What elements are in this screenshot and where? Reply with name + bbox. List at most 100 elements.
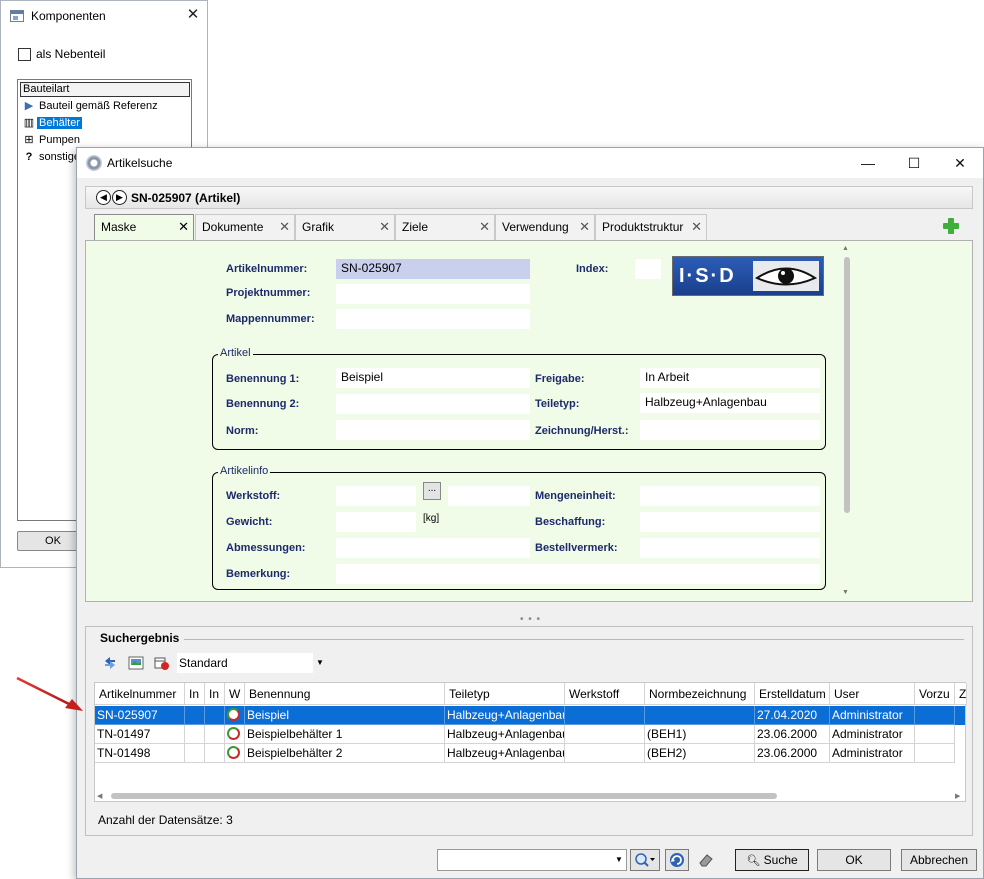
cell-user: Administrator bbox=[830, 725, 915, 744]
scroll-up-icon[interactable]: ▲ bbox=[842, 245, 849, 252]
cell-in1 bbox=[185, 725, 205, 744]
nebenteil-checkbox[interactable] bbox=[18, 48, 31, 61]
tab-close-icon[interactable]: ✕ bbox=[691, 215, 702, 239]
zeichnung-label: Zeichnung/Herst.: bbox=[535, 425, 629, 437]
refresh-button[interactable] bbox=[665, 849, 689, 871]
maximize-icon[interactable]: ☐ bbox=[891, 148, 937, 178]
col-user[interactable]: User bbox=[830, 683, 915, 705]
col-w[interactable]: W bbox=[225, 683, 245, 705]
werkstoff-label: Werkstoff: bbox=[226, 490, 281, 502]
tab-close-icon[interactable]: ✕ bbox=[479, 215, 490, 239]
col-in1[interactable]: In bbox=[185, 683, 205, 705]
beschaffung-field[interactable] bbox=[640, 512, 820, 532]
werkstoff-browse-button[interactable]: ... bbox=[423, 482, 441, 500]
mappennummer-field[interactable] bbox=[336, 309, 530, 329]
col-vorzu[interactable]: Vorzu bbox=[915, 683, 955, 705]
grid-scrollbar-thumb[interactable] bbox=[111, 793, 777, 799]
zeichnung-field[interactable] bbox=[640, 420, 820, 440]
cell-w bbox=[225, 725, 245, 744]
tab-close-icon[interactable]: ✕ bbox=[379, 215, 390, 239]
table-row[interactable]: TN-01498 Beispielbehälter 2 Halbzeug+Anl… bbox=[95, 744, 965, 763]
mengeneinheit-field[interactable] bbox=[640, 486, 820, 506]
search-options-button[interactable] bbox=[630, 849, 660, 871]
col-z[interactable]: Z bbox=[955, 683, 967, 705]
close-icon[interactable]: ✕ bbox=[184, 6, 202, 24]
norm-field[interactable] bbox=[336, 420, 530, 440]
tab-maske[interactable]: Maske ✕ bbox=[94, 214, 194, 241]
tab-close-icon[interactable]: ✕ bbox=[579, 215, 590, 239]
scroll-down-icon[interactable]: ▼ bbox=[842, 589, 849, 596]
werkstoff-name-field[interactable] bbox=[448, 486, 530, 506]
col-erstelldatum[interactable]: Erstelldatum bbox=[755, 683, 830, 705]
tree-item-sonstige[interactable]: ? sonstige bbox=[22, 149, 82, 165]
ok-button[interactable]: OK bbox=[817, 849, 891, 871]
abmessungen-field[interactable] bbox=[336, 538, 530, 558]
add-tab-icon[interactable] bbox=[943, 218, 959, 234]
table-row[interactable]: SN-025907 Beispiel Halbzeug+Anlagenbau 2… bbox=[95, 706, 965, 725]
werkstoff-field[interactable] bbox=[336, 486, 416, 506]
tab-close-icon[interactable]: ✕ bbox=[279, 215, 290, 239]
teiletyp-field[interactable]: Halbzeug+Anlagenbau bbox=[640, 393, 820, 413]
table-row[interactable]: TN-01497 Beispielbehälter 1 Halbzeug+Anl… bbox=[95, 725, 965, 744]
tab-dokumente[interactable]: Dokumente ✕ bbox=[195, 214, 295, 240]
tree-item-pumpen[interactable]: ⊞ Pumpen bbox=[22, 132, 82, 148]
col-artikelnummer[interactable]: Artikelnummer bbox=[95, 683, 185, 705]
cell-in2 bbox=[205, 725, 225, 744]
cell-artikelnummer: TN-01498 bbox=[95, 744, 185, 763]
tree-item-referenz[interactable]: ▶ Bauteil gemäß Referenz bbox=[22, 98, 160, 114]
tab-grafik[interactable]: Grafik ✕ bbox=[295, 214, 395, 240]
projektnummer-field[interactable] bbox=[336, 284, 530, 304]
cell-datum: 23.06.2000 bbox=[755, 744, 830, 763]
cell-teiletyp: Halbzeug+Anlagenbau bbox=[445, 744, 565, 763]
col-in2[interactable]: In bbox=[205, 683, 225, 705]
splitter-handle[interactable]: • • • bbox=[520, 614, 541, 625]
col-benennung[interactable]: Benennung bbox=[245, 683, 445, 705]
form-scrollbar-thumb[interactable] bbox=[844, 257, 850, 513]
benennung2-field[interactable] bbox=[336, 394, 530, 414]
tab-produktstruktur[interactable]: Produktstruktur ✕ bbox=[595, 214, 707, 240]
eye-icon bbox=[753, 261, 819, 291]
image-icon[interactable] bbox=[128, 655, 144, 671]
forward-icon[interactable]: ▶ bbox=[112, 190, 127, 205]
index-field[interactable] bbox=[635, 259, 661, 279]
artikelnummer-label: Artikelnummer: bbox=[226, 263, 308, 275]
minimize-icon[interactable]: — bbox=[845, 148, 891, 178]
cell-in1 bbox=[185, 744, 205, 763]
freigabe-field[interactable]: In Arbeit bbox=[640, 368, 820, 388]
col-normbezeichnung[interactable]: Normbezeichnung bbox=[645, 683, 755, 705]
table-filter-icon[interactable] bbox=[154, 655, 170, 671]
tree-item-behaelter[interactable]: ▥ Behälter bbox=[22, 115, 82, 131]
search-button[interactable]: 🔍︎ Suche bbox=[735, 849, 809, 871]
benennung1-field[interactable]: Beispiel bbox=[336, 368, 530, 388]
swap-icon[interactable] bbox=[102, 655, 118, 671]
scroll-right-icon[interactable]: ▶ bbox=[955, 792, 960, 800]
col-werkstoff[interactable]: Werkstoff bbox=[565, 683, 645, 705]
artikelnummer-field[interactable]: SN-025907 bbox=[336, 259, 530, 279]
query-combo[interactable] bbox=[437, 849, 627, 871]
scroll-left-icon[interactable]: ◀ bbox=[97, 792, 102, 800]
cell-vorzu bbox=[915, 706, 955, 725]
komponenten-title: Komponenten bbox=[31, 9, 106, 23]
col-teiletyp[interactable]: Teiletyp bbox=[445, 683, 565, 705]
cancel-button[interactable]: Abbrechen bbox=[901, 849, 977, 871]
cell-datum: 23.06.2000 bbox=[755, 725, 830, 744]
results-grid: Artikelnummer In In W Benennung Teiletyp… bbox=[94, 682, 967, 802]
bestellvermerk-field[interactable] bbox=[640, 538, 820, 558]
bestellvermerk-label: Bestellvermerk: bbox=[535, 542, 618, 554]
tab-close-icon[interactable]: ✕ bbox=[178, 215, 189, 239]
back-icon[interactable]: ◀ bbox=[96, 190, 111, 205]
search-dropdown-icon bbox=[635, 853, 655, 867]
bemerkung-field[interactable] bbox=[336, 564, 820, 584]
query-combo-dropdown-icon[interactable]: ▼ bbox=[615, 855, 623, 864]
tab-verwendung[interactable]: Verwendung ✕ bbox=[495, 214, 595, 240]
view-combo[interactable]: Standard bbox=[177, 653, 313, 673]
gewicht-field[interactable] bbox=[336, 512, 416, 532]
view-combo-dropdown-icon[interactable]: ▼ bbox=[316, 658, 324, 667]
eraser-button[interactable] bbox=[694, 849, 718, 871]
cell-artikelnummer: SN-025907 bbox=[95, 706, 185, 725]
tab-ziele[interactable]: Ziele ✕ bbox=[395, 214, 495, 240]
pump-icon: ⊞ bbox=[24, 134, 34, 146]
tree-header[interactable]: Bauteilart bbox=[20, 82, 190, 97]
close-icon[interactable]: ✕ bbox=[937, 148, 983, 178]
cell-werkstoff bbox=[565, 725, 645, 744]
